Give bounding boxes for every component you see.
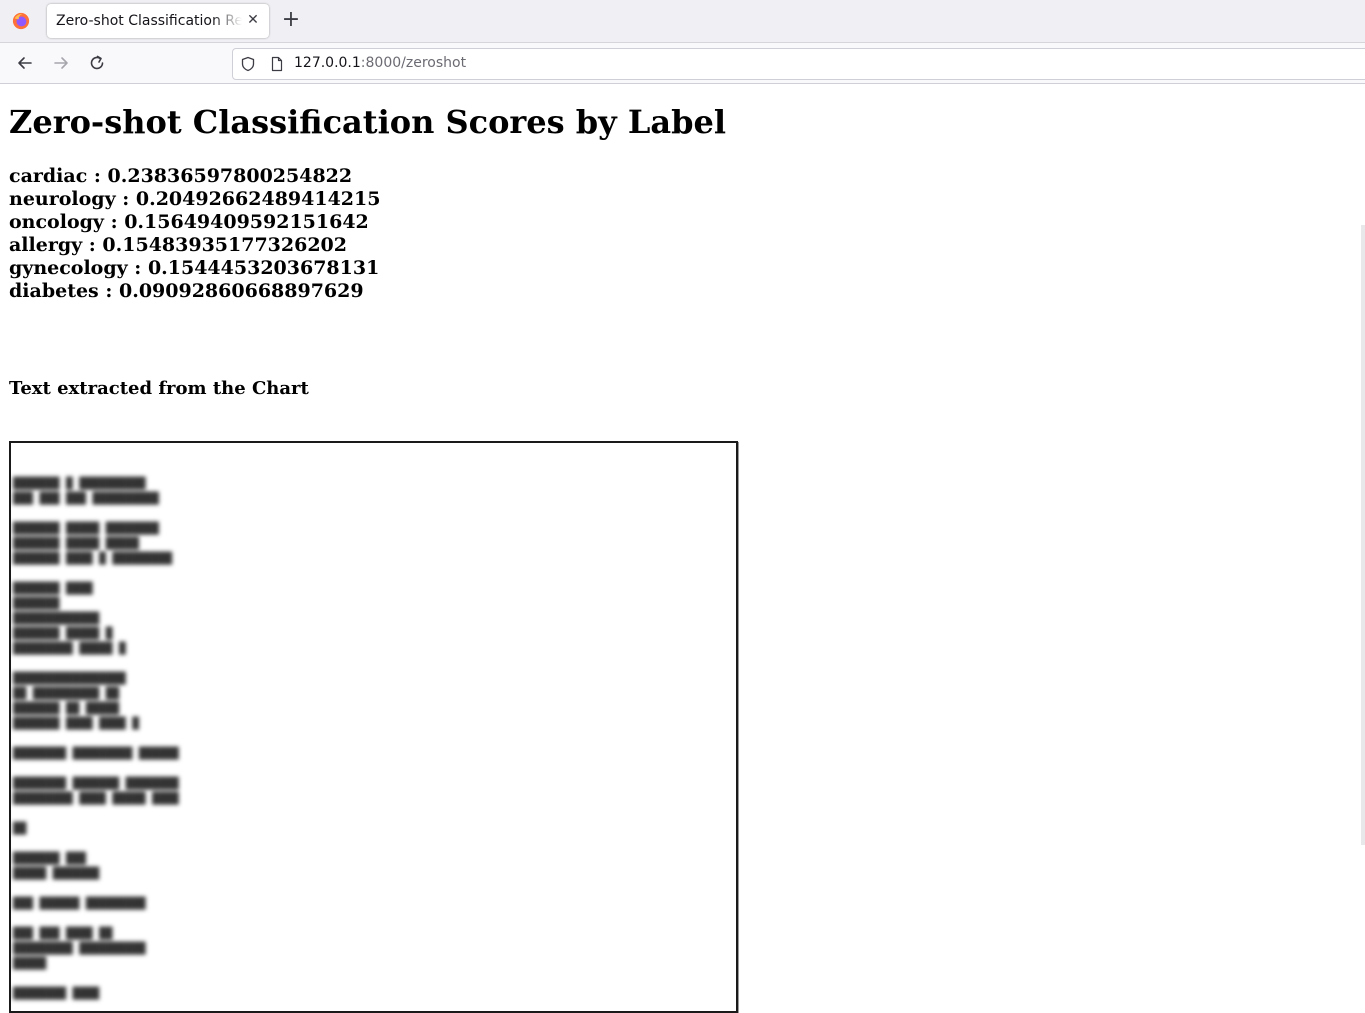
score-row-gynecology: gynecology : 0.1544453203678131 — [9, 257, 380, 279]
score-label: allergy — [9, 234, 83, 256]
score-row-cardiac: cardiac : 0.23836597800254822 — [9, 165, 353, 187]
blurred-text: ███████ █ ██████████ ███ ███ ███ ███████… — [13, 477, 179, 1000]
score-row-diabetes: diabetes : 0.09092860668897629 — [9, 280, 364, 302]
score-label: cardiac — [9, 165, 88, 187]
score-value: 0.09092860668897629 — [119, 280, 364, 302]
score-list: cardiac : 0.23836597800254822 neurology … — [9, 165, 380, 303]
tab-title: Zero-shot Classification Results — [56, 13, 242, 29]
tab-bar: Zero-shot Classification Results ✕ + — [0, 0, 1365, 43]
score-value: 0.15483935177326202 — [102, 234, 348, 256]
extracted-text-area[interactable]: ███████ █ ██████████ ███ ███ ███ ███████… — [9, 441, 738, 1013]
new-tab-button[interactable]: + — [279, 9, 303, 33]
nav-bar: 127.0.0.1:8000/zeroshot — [0, 43, 1365, 84]
page-scrollbar[interactable] — [1361, 225, 1365, 845]
page-title: Zero-shot Classification Scores by Label — [9, 103, 727, 141]
score-label: oncology — [9, 211, 104, 233]
score-value: 0.23836597800254822 — [107, 165, 353, 187]
score-value: 0.1544453203678131 — [147, 257, 380, 279]
score-label: diabetes — [9, 280, 99, 302]
page-icon — [271, 56, 283, 72]
score-label: neurology — [9, 188, 116, 210]
forward-arrow-icon[interactable] — [51, 53, 71, 73]
close-icon[interactable]: ✕ — [245, 12, 261, 28]
tab-zeroshot[interactable]: Zero-shot Classification Results ✕ — [47, 4, 269, 38]
score-value: 0.15649409592151642 — [124, 211, 369, 233]
score-value: 0.20492662489414215 — [135, 188, 381, 210]
url-text[interactable]: 127.0.0.1:8000/zeroshot — [294, 55, 466, 71]
extracted-text-heading: Text extracted from the Chart — [9, 378, 309, 399]
page-content: Zero-shot Classification Scores by Label… — [9, 84, 1354, 1013]
url-path: :8000/zeroshot — [360, 55, 467, 71]
url-host: 127.0.0.1 — [294, 55, 361, 71]
reload-icon[interactable] — [87, 53, 107, 73]
url-bar[interactable]: 127.0.0.1:8000/zeroshot — [232, 48, 1365, 80]
score-row-allergy: allergy : 0.15483935177326202 — [9, 234, 348, 256]
score-row-oncology: oncology : 0.15649409592151642 — [9, 211, 369, 233]
score-row-neurology: neurology : 0.20492662489414215 — [9, 188, 381, 210]
back-arrow-icon[interactable] — [15, 53, 35, 73]
score-label: gynecology — [9, 257, 128, 279]
shield-icon[interactable] — [240, 56, 256, 72]
firefox-icon[interactable] — [12, 12, 30, 30]
